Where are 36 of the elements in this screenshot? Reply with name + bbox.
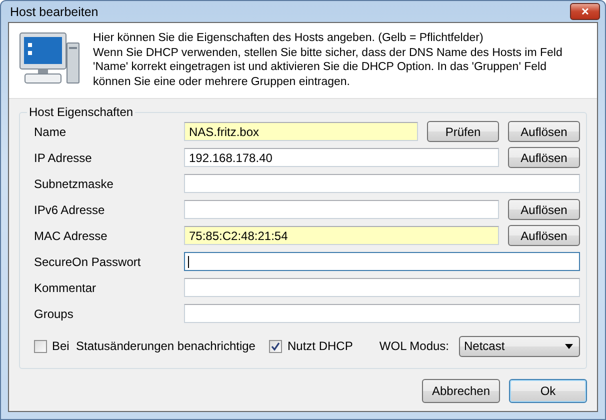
field-label: IPv6 Adresse <box>34 202 106 216</box>
field-label: Kommentar <box>34 280 98 294</box>
action-button[interactable]: Auflösen <box>508 121 580 142</box>
field-label: MAC Adresse <box>34 228 108 242</box>
field-label: Name <box>34 124 68 138</box>
input-field[interactable] <box>184 200 499 219</box>
close-button[interactable]: ✕ <box>570 3 600 20</box>
field-label: SecureOn Passwort <box>34 254 142 268</box>
input-field[interactable]: NAS.fritz.box <box>184 122 418 141</box>
checkbox[interactable] <box>269 340 282 352</box>
computer-icon <box>19 31 81 85</box>
input-field[interactable]: 75:85:C2:48:21:54 <box>184 226 499 245</box>
input-field[interactable] <box>184 278 580 297</box>
dialog-button[interactable]: Abbrechen <box>422 379 500 403</box>
info-text: Hier können Sie die Eigenschaften des Hosts angeben. (Gelb = Pflichtfelder) <box>93 31 484 46</box>
checkbox[interactable] <box>34 340 47 352</box>
action-button[interactable]: Auflösen <box>508 199 580 220</box>
caret-icon <box>565 344 573 348</box>
input-field[interactable] <box>184 174 580 193</box>
group-title: Host Eigenschaften <box>28 105 134 119</box>
field-label: IP Adresse <box>34 150 93 164</box>
window-title: Host bearbeiten <box>9 4 98 18</box>
action-button[interactable]: Auflösen <box>508 147 580 168</box>
wol-mode-dropdown[interactable]: Netcast <box>459 336 580 356</box>
input-field[interactable] <box>184 304 580 323</box>
field-label: Subnetzmaske <box>34 176 114 190</box>
input-field[interactable]: 192.168.178.40 <box>184 148 499 167</box>
info-text: Wenn Sie DHCP verwenden, stellen Sie bitte sicher, dass der DNS Name des Hosts im Feld 'Name' korrekt eingetragen ist und aktivieren Sie die DHCP Option. In das 'Gruppen' Feld können Sie eine oder mehrere Gruppen eintragen. <box>93 46 564 89</box>
action-button[interactable]: Auflösen <box>508 225 580 246</box>
checkbox-label: Nutzt DHCP <box>287 339 353 353</box>
wol-mode-label: WOL Modus: <box>379 339 449 353</box>
action-button[interactable]: Prüfen <box>427 121 499 142</box>
checkbox-label: Bei Statusänderungen benachrichtige <box>52 339 256 353</box>
input-field[interactable] <box>184 252 580 271</box>
field-label: Groups <box>34 306 74 320</box>
dialog-button[interactable]: Ok <box>509 379 587 403</box>
